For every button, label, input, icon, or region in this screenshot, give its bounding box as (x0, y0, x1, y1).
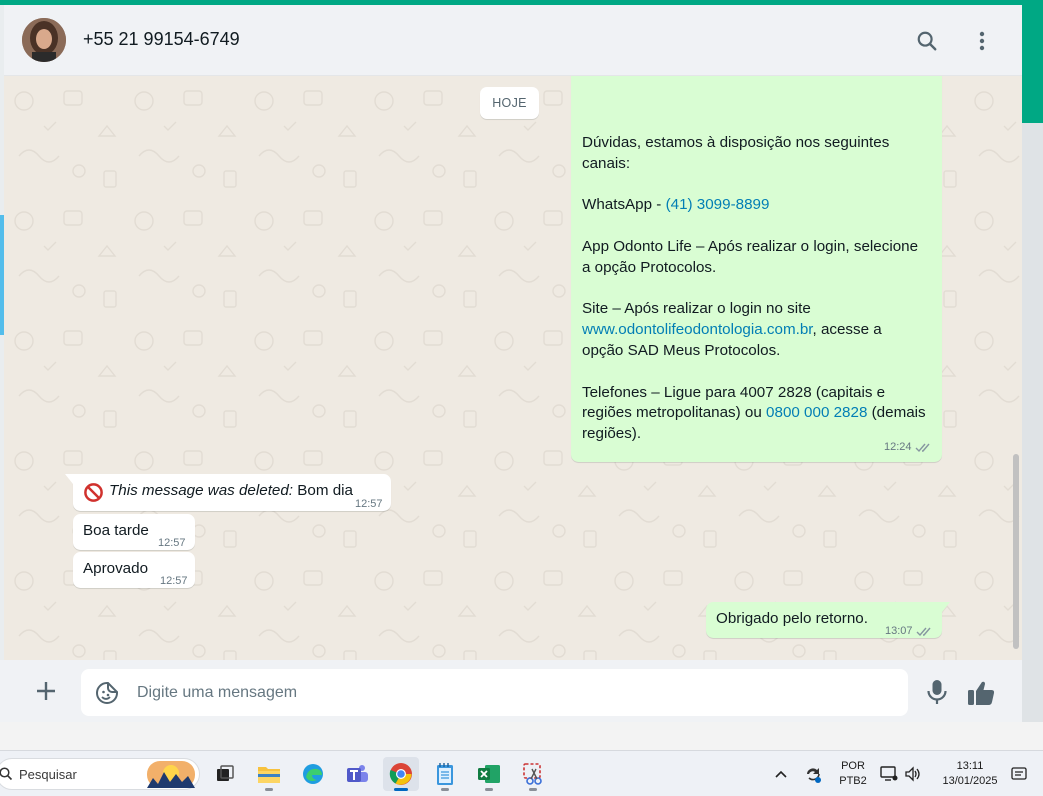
message-meta: 12:57 (160, 571, 188, 592)
notifications-icon[interactable] (1008, 757, 1030, 791)
message-time: 12:57 (355, 498, 383, 510)
message-line: opção SAD Meus Protocolos. (582, 341, 781, 359)
message-meta: 12:57 (158, 533, 186, 554)
deleted-icon (84, 483, 103, 502)
date-separator: HOJE (480, 87, 539, 119)
sticker-icon[interactable] (95, 681, 119, 705)
message-text-span: (demais (867, 404, 926, 422)
message-line: WhatsApp - (41) 3099-8899 (582, 195, 934, 216)
message-text: Dúvidas, estamos à disposição nos seguin… (582, 133, 934, 445)
message-line: a opção Protocolos. (582, 258, 717, 276)
message-text-span: WhatsApp - (582, 196, 666, 214)
message-bubble-outgoing[interactable]: Obrigado pelo retorno. 13:07 (706, 602, 950, 638)
snipping-tool-icon[interactable] (515, 757, 551, 791)
message-meta: 12:24 (884, 437, 932, 458)
edge-browser-icon[interactable] (295, 757, 331, 791)
bubble-tail (65, 474, 73, 484)
notepad-icon[interactable] (427, 757, 463, 791)
background-window-edge (1022, 5, 1043, 123)
input-language-indicator[interactable]: POR PTB2 (833, 759, 873, 789)
message-time: 12:57 (160, 575, 188, 587)
message-line: Site – Após realizar o login no site (582, 300, 811, 318)
taskbar-clock[interactable]: 13:11 13/01/2025 (936, 759, 1004, 789)
keyboard-layout: PTB2 (839, 775, 867, 787)
message-line: Dúvidas, estamos à disposição nos seguin… (582, 134, 890, 151)
message-line: App Odonto Life – Após realizar o login,… (582, 237, 919, 255)
phone-link[interactable]: 0800 000 2828 (766, 404, 867, 421)
background-window-edge-gray (1022, 123, 1043, 750)
network-icon[interactable] (876, 757, 902, 791)
search-icon[interactable] (913, 27, 941, 55)
phone-link[interactable]: (41) 3099-8899 (666, 196, 770, 213)
search-highlight-icon (147, 761, 195, 788)
composer-footer: Digite uma mensagem (4, 660, 1022, 722)
desktop-gap (0, 722, 1043, 750)
contact-avatar[interactable] (22, 18, 66, 62)
taskbar-search[interactable]: Pesquisar (0, 758, 200, 790)
message-line: regiões). (582, 425, 642, 443)
message-line: www.odontolifeodontologia.com.br, acesse… (582, 320, 934, 341)
excel-icon[interactable] (471, 757, 507, 791)
message-text: Obrigado pelo retorno. (716, 610, 868, 627)
double-check-icon (915, 443, 930, 453)
message-time: 12:57 (158, 537, 186, 549)
message-text: This message was deleted: Bom dia (109, 481, 353, 502)
thumbs-up-icon[interactable] (966, 679, 998, 707)
taskbar-search-placeholder: Pesquisar (19, 767, 77, 782)
message-input-placeholder: Digite uma mensagem (137, 684, 298, 701)
search-icon (0, 767, 13, 781)
chat-messages-area[interactable]: HOJE Dúvidas, estamos à disposição nos s… (4, 76, 1022, 660)
website-link[interactable]: www.odontolifeodontologia.com.br (582, 321, 813, 338)
message-text: Aprovado (83, 560, 149, 577)
bubble-tail (942, 602, 950, 612)
chrome-icon[interactable] (383, 757, 419, 791)
show-hidden-icons-chevron-icon[interactable] (766, 757, 796, 791)
file-explorer-icon[interactable] (251, 757, 287, 791)
clock-date: 13/01/2025 (942, 775, 998, 787)
more-options-icon[interactable] (968, 27, 996, 55)
chat-header: +55 21 99154-6749 (4, 5, 1022, 76)
message-bubble-incoming[interactable]: This message was deleted: Bom dia 12:57 (65, 474, 391, 511)
message-line: regiões metropolitanas) ou 0800 000 2828… (582, 403, 934, 424)
message-meta: 13:07 (885, 621, 933, 642)
teams-icon[interactable] (339, 757, 375, 791)
message-bubble-outgoing[interactable]: Dúvidas, estamos à disposição nos seguin… (571, 76, 942, 462)
task-view-icon[interactable] (207, 757, 243, 791)
message-text-span: , acesse a (812, 321, 882, 339)
chat-scrollbar[interactable] (1013, 454, 1019, 649)
volume-icon[interactable] (900, 757, 926, 791)
language-code: POR (841, 760, 865, 772)
message-meta: 12:57 (355, 494, 383, 515)
message-text-span: regiões metropolitanas) ou (582, 404, 767, 422)
windows-taskbar: Pesquisar POR PTB2 13:11 13/01/2025 (0, 750, 1043, 796)
deleted-label: This message was deleted: (109, 482, 294, 499)
message-time: 12:24 (884, 441, 912, 454)
contact-name[interactable]: +55 21 99154-6749 (83, 29, 240, 50)
message-line: canais: (582, 154, 631, 172)
message-text-span: Bom dia (293, 482, 353, 499)
double-check-icon (916, 627, 931, 636)
attach-plus-icon[interactable] (34, 679, 58, 703)
sync-status-icon[interactable] (798, 757, 828, 791)
microphone-icon[interactable] (924, 678, 950, 706)
message-input[interactable]: Digite uma mensagem (81, 669, 908, 716)
message-bubble-incoming[interactable]: Aprovado 12:57 (73, 552, 195, 588)
message-time: 13:07 (885, 625, 913, 637)
message-line: Telefones – Ligue para 4007 2828 (capita… (582, 383, 886, 401)
message-text: Boa tarde (83, 522, 149, 539)
clock-time: 13:11 (956, 760, 984, 772)
message-bubble-incoming[interactable]: Boa tarde 12:57 (73, 514, 195, 550)
